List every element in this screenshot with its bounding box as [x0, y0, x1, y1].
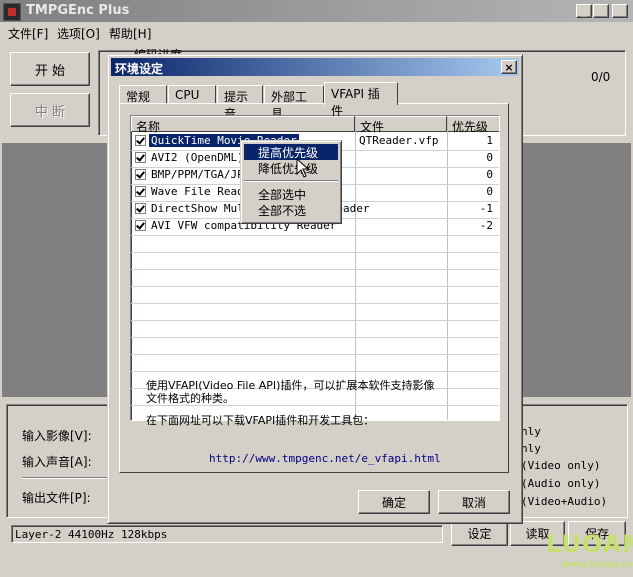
plugin-checkbox[interactable]: [135, 169, 146, 180]
stop-button: 中 断: [10, 93, 90, 127]
start-button[interactable]: 开 始: [10, 52, 90, 86]
tab-general[interactable]: 常规: [119, 85, 167, 104]
dialog-title-bar[interactable]: 环境设定 ×: [111, 58, 519, 76]
download-text: 在下面网址可以下载VFAPI插件和开发工具包：: [146, 414, 375, 427]
context-menu: 提高优先级 降低优先级 全部选中 全部不选: [240, 140, 342, 224]
menu-item-lower-priority[interactable]: 降低优先级: [244, 160, 338, 176]
minimize-icon: _: [581, 4, 587, 17]
plugin-file: QTReader.vfp: [359, 134, 439, 147]
plugin-priority: 0: [486, 168, 493, 181]
stream-type-fragment: nly: [521, 442, 541, 455]
plugin-priority: -2: [479, 219, 493, 232]
stream-type-fragment: nly: [521, 425, 541, 438]
menu-options[interactable]: 选项[O]: [57, 25, 100, 42]
close-icon: ×: [504, 60, 514, 74]
column-header-priority[interactable]: 优先级: [447, 116, 499, 134]
menu-item-select-all[interactable]: 全部选中: [244, 186, 338, 202]
tab-sound[interactable]: 提示音: [217, 85, 263, 121]
stream-type-fragment: (Video only): [521, 459, 601, 472]
menu-file[interactable]: 文件[F]: [8, 25, 48, 42]
menu-item-select-none[interactable]: 全部不选: [244, 202, 338, 218]
plugin-priority: 0: [486, 185, 493, 198]
column-header-name[interactable]: 名称: [131, 116, 355, 134]
input-audio-label: 输入声音[A]:: [22, 455, 92, 469]
ok-button[interactable]: 确定: [358, 490, 430, 514]
menu-separator: [244, 180, 338, 182]
menu-help[interactable]: 帮助[H]: [109, 25, 151, 42]
app-title: TMPGEnc Plus: [26, 3, 130, 18]
stream-type-fragment: (Audio only): [521, 477, 601, 490]
minimize-button[interactable]: _: [576, 4, 592, 18]
menu-item-raise-priority[interactable]: 提高优先级: [244, 144, 338, 160]
output-file-label: 输出文件[P]:: [22, 491, 91, 505]
tab-vfapi-plugins[interactable]: VFAPI 插件: [324, 82, 398, 118]
plugin-checkbox[interactable]: [135, 186, 146, 197]
app-icon[interactable]: [3, 3, 21, 21]
vfapi-url-link[interactable]: http://www.tmpgenc.net/e_vfapi.html: [209, 452, 441, 465]
maximize-icon: □: [595, 4, 607, 17]
stream-type-fragment: (Video+Audio): [521, 495, 608, 508]
plugin-priority: -1: [479, 202, 493, 215]
setup-button[interactable]: 设定: [451, 521, 508, 546]
tab-cpu[interactable]: CPU: [168, 85, 216, 103]
dialog-title: 环境设定: [115, 62, 164, 76]
watermark: LUOAN www.luoan.cn: [540, 530, 633, 574]
plugin-checkbox[interactable]: [135, 203, 146, 214]
tab-external-tools[interactable]: 外部工具: [264, 85, 324, 121]
input-video-label: 输入影像[V]:: [22, 429, 92, 443]
close-icon: ×: [615, 4, 625, 17]
plugin-checkbox[interactable]: [135, 152, 146, 163]
plugin-priority: 1: [486, 134, 493, 147]
plugin-priority: 0: [486, 151, 493, 164]
status-field: Layer-2 44100Hz 128kbps: [11, 525, 443, 543]
watermark-brand: LUOAN: [546, 530, 633, 558]
plugin-checkbox[interactable]: [135, 135, 146, 146]
mouse-cursor-icon: [296, 158, 310, 178]
settings-dialog: 环境设定 × 常规 CPU 提示音 外部工具 VFAPI 插件 名称 文件 优先…: [107, 54, 523, 524]
divider: [22, 477, 112, 479]
cancel-button[interactable]: 取消: [438, 490, 510, 514]
progress-count: 0/0: [591, 70, 611, 84]
description-line: 文件格式的种类。: [146, 392, 234, 405]
close-button[interactable]: ×: [612, 4, 628, 18]
watermark-site: www.luoan.cn: [562, 560, 633, 570]
maximize-button[interactable]: □: [593, 4, 609, 18]
plugin-checkbox[interactable]: [135, 220, 146, 231]
dialog-close-button[interactable]: ×: [501, 60, 517, 74]
main-title-bar[interactable]: TMPGEnc Plus _ □ ×: [0, 0, 633, 22]
column-header-file[interactable]: 文件: [355, 116, 447, 134]
